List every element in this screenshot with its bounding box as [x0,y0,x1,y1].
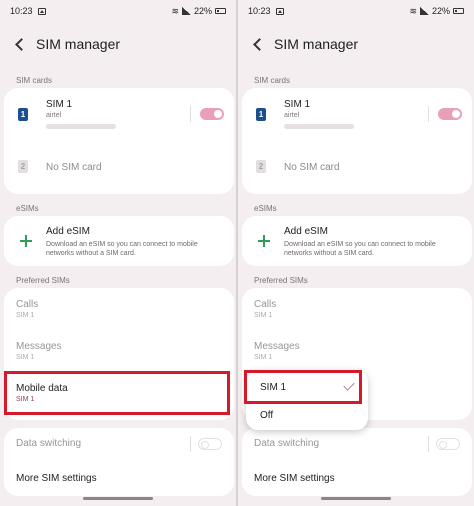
data-switching-label: Data switching [254,438,320,449]
battery-text: 22% [431,6,450,16]
screenshot-comparison: 10:23 ≋ 22% SIM manager SIM cards 1 SIM … [0,0,474,506]
status-time: 10:23 [10,6,33,16]
back-arrow-icon[interactable] [253,37,266,51]
section-label-preferred-sims: Preferred SIMs [16,276,70,285]
section-label-esims: eSIMs [16,204,39,213]
wifi-icon: ≋ [409,5,417,16]
add-esim-card[interactable]: Add eSIM Download an eSIM so you can con… [4,216,234,266]
dropdown-option-off[interactable]: Off [260,410,273,421]
sim1-name[interactable]: SIM 1 [284,99,310,110]
settings-card: Data switching More SIM settings [242,428,472,496]
settings-card: Data switching More SIM settings [4,428,234,496]
gesture-bar [321,497,391,500]
sim1-carrier: airtel [284,112,300,119]
data-switching-toggle[interactable] [198,438,222,450]
status-bar: 10:23 ≋ 22% [0,0,236,22]
add-esim-title: Add eSIM [46,226,90,237]
sim-cards-card: 1 SIM 1 airtel 2 No SIM card [4,88,234,194]
right-screen: 10:23 ≋ 22% SIM manager SIM cards 1 SIM … [238,0,474,506]
divider [190,436,191,452]
sim2-badge-icon: 2 [18,160,28,173]
sim1-name[interactable]: SIM 1 [46,99,72,110]
section-label-sim-cards: SIM cards [16,76,53,85]
pref-messages[interactable]: Messages SIM 1 [16,341,62,361]
pref-messages-value: SIM 1 [254,354,273,361]
highlight-box [244,370,362,404]
sim2-label: No SIM card [284,162,340,173]
pref-messages-label: Messages [16,341,62,352]
add-icon [20,235,32,247]
add-esim-card[interactable]: Add eSIM Download an eSIM so you can con… [242,216,472,266]
status-time: 10:23 [248,6,271,16]
signal-icon [181,7,191,15]
sim1-carrier: airtel [46,112,62,119]
page-title: SIM manager [36,36,121,52]
divider [190,106,191,122]
battery-text: 22% [193,6,212,16]
gallery-icon [37,7,46,15]
header: SIM manager [252,36,358,52]
add-esim-title: Add eSIM [284,226,328,237]
add-esim-description: Download an eSIM so you can connect to m… [284,241,436,257]
pref-messages-value: SIM 1 [16,354,35,361]
pref-calls-label: Calls [254,299,277,310]
back-arrow-icon[interactable] [15,37,28,51]
sim1-number-redacted [284,124,354,129]
status-bar: 10:23 ≋ 22% [238,0,474,22]
left-screen: 10:23 ≋ 22% SIM manager SIM cards 1 SIM … [0,0,236,506]
sim2-label: No SIM card [46,162,102,173]
section-label-esims: eSIMs [254,204,277,213]
pref-calls-value: SIM 1 [254,312,273,319]
wifi-icon: ≋ [171,5,179,16]
sim1-number-redacted [46,124,116,129]
pref-calls[interactable]: Calls SIM 1 [254,299,276,319]
page-title: SIM manager [274,36,359,52]
pref-messages[interactable]: Messages SIM 1 [254,341,300,361]
divider [428,106,429,122]
gallery-icon [275,7,284,15]
more-sim-settings[interactable]: More SIM settings [16,473,97,484]
add-icon [258,235,270,247]
signal-icon [419,7,429,15]
data-switching-label: Data switching [16,438,82,449]
section-label-sim-cards: SIM cards [254,76,291,85]
add-esim-description: Download an eSIM so you can connect to m… [46,241,198,257]
header: SIM manager [14,36,120,52]
pref-calls-label: Calls [16,299,39,310]
sim2-badge-icon: 2 [256,160,266,173]
gesture-bar [83,497,153,500]
data-switching-toggle[interactable] [436,438,460,450]
more-sim-settings[interactable]: More SIM settings [254,473,335,484]
pref-calls[interactable]: Calls SIM 1 [16,299,38,319]
pref-calls-value: SIM 1 [16,312,35,319]
battery-icon [215,8,226,14]
sim1-toggle[interactable] [200,108,224,120]
sim1-toggle[interactable] [438,108,462,120]
sim1-badge-icon: 1 [256,108,266,121]
battery-icon [453,8,464,14]
pref-messages-label: Messages [254,341,300,352]
highlight-box [4,371,230,415]
sim-cards-card: 1 SIM 1 airtel 2 No SIM card [242,88,472,194]
divider [428,436,429,452]
sim1-badge-icon: 1 [18,108,28,121]
section-label-preferred-sims: Preferred SIMs [254,276,308,285]
